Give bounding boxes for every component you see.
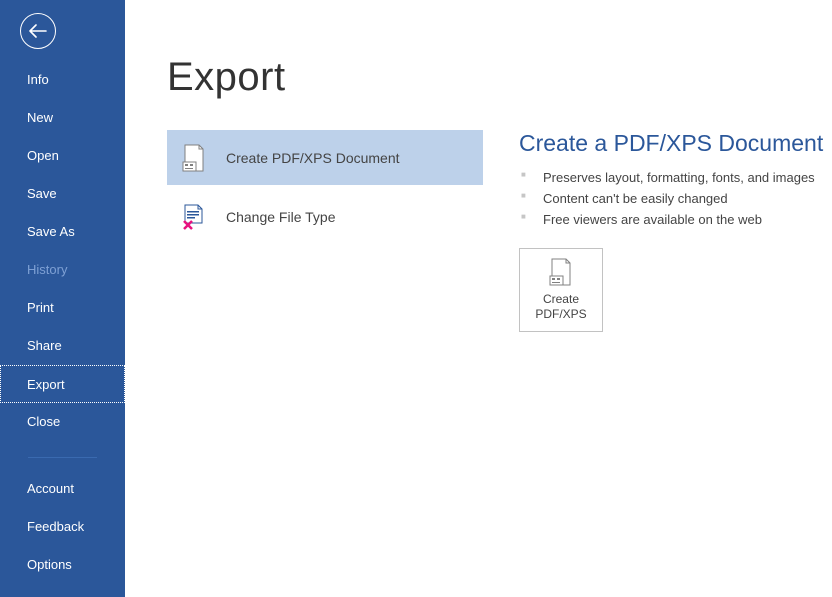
option-change-file-type[interactable]: Change File Type (167, 189, 483, 244)
detail-bullet: Free viewers are available on the web (519, 209, 832, 230)
sidebar-item-close[interactable]: Close (0, 403, 125, 441)
sidebar-item-save[interactable]: Save (0, 175, 125, 213)
detail-title: Create a PDF/XPS Document (519, 130, 832, 157)
sidebar-item-new[interactable]: New (0, 99, 125, 137)
detail-bullets: Preserves layout, formatting, fonts, and… (519, 167, 832, 230)
export-options: Create PDF/XPS Document Change File Type (167, 130, 483, 332)
page-title: Export (167, 55, 832, 100)
sidebar-item-options[interactable]: Options (0, 546, 125, 584)
sidebar-divider (28, 457, 97, 458)
sidebar-item-open[interactable]: Open (0, 137, 125, 175)
back-arrow-icon (29, 24, 47, 38)
sidebar-item-feedback[interactable]: Feedback (0, 508, 125, 546)
sidebar: Info New Open Save Save As History Print… (0, 0, 125, 597)
change-file-type-icon (180, 203, 208, 231)
export-columns: Create PDF/XPS Document Change File Type (167, 130, 832, 332)
option-create-pdf-xps[interactable]: Create PDF/XPS Document (167, 130, 483, 185)
sidebar-item-print[interactable]: Print (0, 289, 125, 327)
sidebar-item-history: History (0, 251, 125, 289)
document-pdf-icon (547, 258, 575, 286)
detail-bullet: Content can't be easily changed (519, 188, 832, 209)
create-pdf-xps-button[interactable]: Create PDF/XPS (519, 248, 603, 332)
button-label: Create PDF/XPS (535, 292, 586, 322)
sidebar-item-info[interactable]: Info (0, 61, 125, 99)
export-details: Create a PDF/XPS Document Preserves layo… (519, 130, 832, 332)
sidebar-item-save-as[interactable]: Save As (0, 213, 125, 251)
back-header (0, 0, 125, 61)
option-label: Create PDF/XPS Document (226, 150, 400, 166)
document-pdf-icon (180, 144, 208, 172)
main-content: Export Create PDF/XPS Document (125, 0, 832, 597)
option-label: Change File Type (226, 209, 335, 225)
sidebar-nav: Info New Open Save Save As History Print… (0, 61, 125, 584)
detail-bullet: Preserves layout, formatting, fonts, and… (519, 167, 832, 188)
sidebar-item-export[interactable]: Export (0, 365, 125, 403)
sidebar-item-share[interactable]: Share (0, 327, 125, 365)
back-button[interactable] (20, 13, 56, 49)
sidebar-item-account[interactable]: Account (0, 470, 125, 508)
